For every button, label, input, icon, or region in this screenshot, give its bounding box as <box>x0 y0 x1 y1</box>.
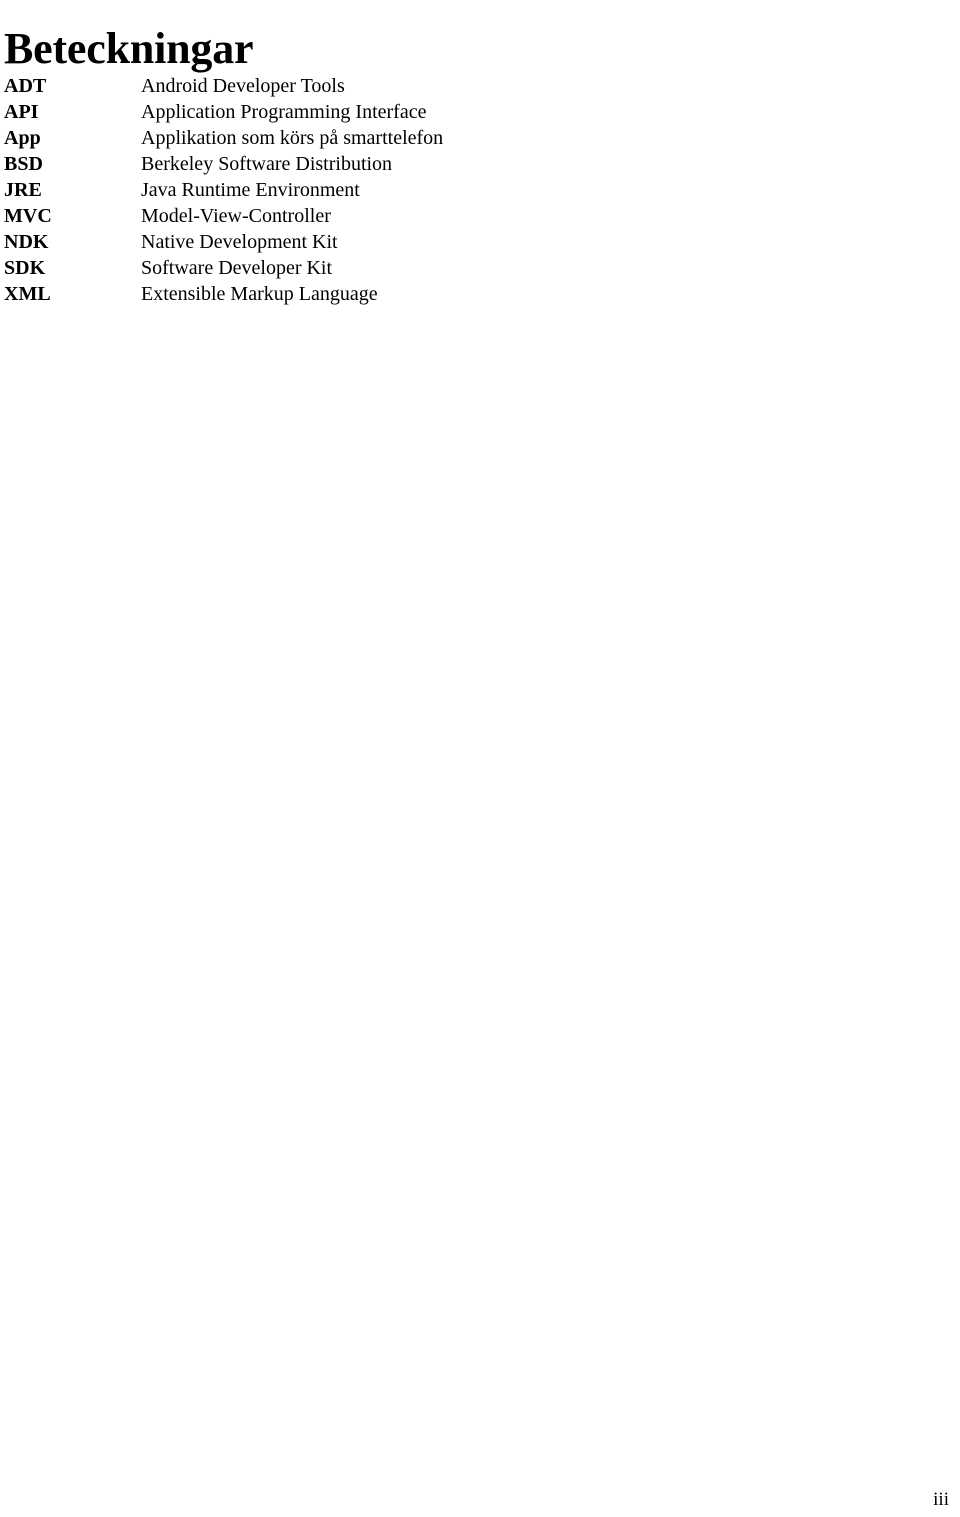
abbreviation-row: BSD Berkeley Software Distribution <box>4 151 864 177</box>
abbreviation-term: ADT <box>4 75 47 97</box>
abbreviation-row: ADT Android Developer Tools <box>4 73 864 99</box>
abbreviation-term: XML <box>4 283 51 305</box>
abbreviation-row: XML Extensible Markup Language <box>4 281 864 307</box>
abbreviation-definition: Model-View-Controller <box>141 205 331 227</box>
abbreviation-term: SDK <box>4 257 46 279</box>
abbreviation-term: MVC <box>4 205 52 227</box>
abbreviation-definition: Berkeley Software Distribution <box>141 153 393 175</box>
abbreviation-definition: Android Developer Tools <box>141 75 345 97</box>
abbreviation-term: JRE <box>4 179 42 201</box>
abbreviation-definition: Applikation som körs på smarttelefon <box>141 127 444 149</box>
abbreviation-row: NDK Native Development Kit <box>4 229 864 255</box>
page-title: Beteckningar <box>4 24 254 74</box>
abbreviation-definition: Java Runtime Environment <box>141 179 360 201</box>
abbreviation-definition: Software Developer Kit <box>141 257 333 279</box>
abbreviation-row: App Applikation som körs på smarttelefon <box>4 125 864 151</box>
page-number: iii <box>933 1489 949 1510</box>
abbreviation-row: SDK Software Developer Kit <box>4 255 864 281</box>
abbreviation-term: API <box>4 101 39 123</box>
abbreviation-row: MVC Model-View-Controller <box>4 203 864 229</box>
abbreviation-definition: Application Programming Interface <box>141 101 427 123</box>
abbreviation-term: BSD <box>4 153 43 175</box>
abbreviation-definition: Extensible Markup Language <box>141 283 378 305</box>
abbreviation-term: NDK <box>4 231 49 253</box>
abbreviation-term: App <box>4 127 41 149</box>
abbreviation-row: API Application Programming Interface <box>4 99 864 125</box>
abbreviation-list: ADT Android Developer Tools API Applicat… <box>4 73 864 307</box>
abbreviation-definition: Native Development Kit <box>141 231 338 253</box>
abbreviation-row: JRE Java Runtime Environment <box>4 177 864 203</box>
document-page: Beteckningar ADT Android Developer Tools… <box>0 0 960 1517</box>
